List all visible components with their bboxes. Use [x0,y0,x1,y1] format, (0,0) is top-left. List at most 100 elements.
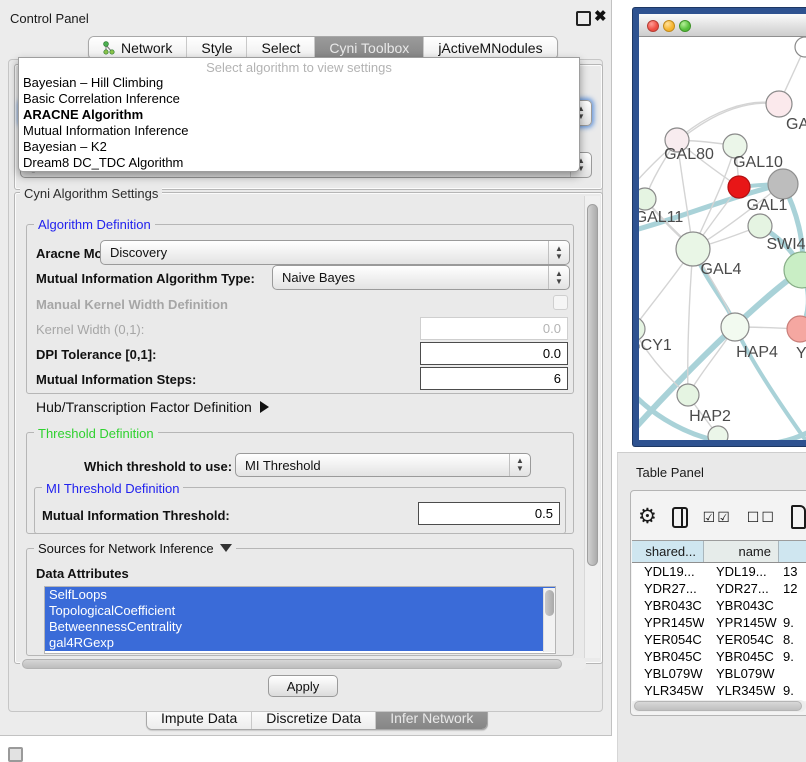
network-icon [103,41,116,55]
table-cell: YBL079W [704,665,779,682]
algorithm-option[interactable]: Basic Correlation Inference [19,91,579,107]
network-node-labels: GALGAL80GAL10GAL1GAL11GAL4SWI4GCY1HAP4YH… [639,116,806,425]
new-table-icon[interactable] [791,505,806,529]
table-row[interactable]: YDR27...YDR27...12 [632,580,806,597]
network-node[interactable] [728,176,750,198]
which-threshold-combobox[interactable]: MI Threshold ▲▼ [235,453,531,477]
algorithm-option[interactable]: Bayesian – Hill Climbing [19,75,579,91]
tab-network[interactable]: Network [89,37,187,59]
table-row[interactable]: YDL19...YDL19...13 [632,563,806,580]
table-cell: YLR345W [704,682,779,699]
attribute-list-item-selected[interactable]: SelfLoops [45,587,555,603]
column-header[interactable]: shared... [632,541,704,562]
control-panel-window: Control Panel ✖ NetworkStyleSelectCyni T… [0,0,612,736]
table-cell: 9. [779,648,806,665]
network-node-y[interactable] [787,316,806,342]
algorithm-option[interactable]: Dream8 DC_TDC Algorithm [19,155,579,171]
data-attributes-list[interactable]: SelfLoopsTopologicalCoefficientBetweenne… [44,586,556,654]
minimize-traffic-light-icon[interactable] [663,20,675,32]
gear-icon[interactable]: ⚙ [638,507,657,527]
table-cell: YDR27... [632,580,704,597]
table-cell: YBR043C [632,597,704,614]
tab-style[interactable]: Style [187,37,247,59]
dpi-tolerance-field[interactable]: 0.0 [420,342,568,365]
network-node[interactable] [768,169,798,199]
table-row[interactable]: YPR145WYPR145W9. [632,614,806,631]
network-graph: GALGAL80GAL10GAL1GAL11GAL4SWI4GCY1HAP4YH… [639,37,806,440]
columns-icon[interactable] [672,507,688,528]
table-panel-title: Table Panel [636,465,704,480]
table-cell [779,665,806,682]
attribute-list-item-selected[interactable]: BetweennessCentrality [45,619,555,635]
tab-jactivemnodules[interactable]: jActiveMNodules [424,37,556,59]
float-window-icon[interactable] [576,11,591,26]
collapsed-panel-icon[interactable] [8,747,23,762]
expand-right-icon [260,401,269,413]
mi-algorithm-type-label: Mutual Information Algorithm Type: [36,271,255,286]
network-node[interactable] [708,426,728,440]
select-all-checkboxes-icon[interactable]: ☑☑ [703,509,732,526]
mi-threshold-definition-title: MI Threshold Definition [42,481,183,496]
tab-label: Infer Network [390,710,473,726]
network-node-hap2[interactable] [677,384,699,406]
algorithm-dropdown-popup: Select algorithm to view settings Bayesi… [18,57,580,172]
algorithm-option[interactable]: Bayesian – K2 [19,139,579,155]
column-header[interactable]: name [704,541,779,562]
hub-definition-expander[interactable]: Hub/Transcription Factor Definition [36,399,269,415]
node-label: GAL [786,116,806,133]
network-node-gal[interactable] [766,91,792,117]
settings-group-title: Cyni Algorithm Settings [20,186,162,201]
table-cell: YDL19... [632,563,704,580]
attribute-list-scrollbar[interactable] [543,588,555,652]
network-node-hap4[interactable] [721,313,749,341]
table-cell: YBR045C [704,648,779,665]
apply-button[interactable]: Apply [268,675,338,697]
table-row[interactable]: YBR043CYBR043C [632,597,806,614]
control-panel-title: Control Panel [10,11,89,26]
tab-select[interactable]: Select [247,37,315,59]
algorithm-definition-title: Algorithm Definition [34,217,155,232]
network-view-window: GALGAL80GAL10GAL1GAL11GAL4SWI4GCY1HAP4YH… [633,8,806,446]
column-header[interactable]: A [779,541,806,562]
deselect-all-checkboxes-icon[interactable]: ☐☐ [747,509,776,526]
table-cell: YPR145W [632,614,704,631]
mi-threshold-field[interactable]: 0.5 [418,502,560,525]
network-node[interactable] [795,37,806,57]
mi-steps-field[interactable]: 6 [420,367,568,390]
network-canvas[interactable]: GALGAL80GAL10GAL1GAL11GAL4SWI4GCY1HAP4YH… [639,37,806,440]
network-window-titlebar[interactable] [639,14,806,37]
kernel-width-field[interactable]: 0.0 [420,317,568,340]
sources-group-title[interactable]: Sources for Network Inference [34,541,236,556]
algorithm-option[interactable]: ARACNE Algorithm [19,107,579,123]
algorithm-option[interactable]: Mutual Information Inference [19,123,579,139]
network-node-gal1[interactable] [748,214,772,238]
zoom-traffic-light-icon[interactable] [679,20,691,32]
network-node-gal11[interactable] [639,188,656,210]
table-cell: YBL079W [632,665,704,682]
manual-kernel-width-label: Manual Kernel Width Definition [36,297,228,312]
table-horizontal-scrollbar[interactable] [632,700,806,712]
tab-label: Impute Data [161,710,237,726]
manual-kernel-width-checkbox[interactable] [553,295,568,310]
table-cell: 12 [779,580,806,597]
mi-algorithm-type-combobox[interactable]: Naive Bayes ▲▼ [272,265,570,290]
aracne-mode-combobox[interactable]: Discovery ▲▼ [100,240,570,265]
collapse-down-icon [220,544,232,552]
table-row[interactable]: YLR345WYLR345W9. [632,682,806,699]
node-label: GAL4 [701,261,742,278]
close-traffic-light-icon[interactable] [647,20,659,32]
table-cell [779,597,806,614]
close-icon[interactable]: ✖ [594,7,607,25]
node-label: GAL80 [664,146,714,163]
tab-cyni-toolbox[interactable]: Cyni Toolbox [315,37,424,59]
attribute-list-item-selected[interactable]: gal4RGexp [45,635,555,651]
table-row[interactable]: YBL079WYBL079W [632,665,806,682]
attribute-list-item-selected[interactable]: TopologicalCoefficient [45,603,555,619]
threshold-definition-title: Threshold Definition [34,426,158,441]
table-row[interactable]: YBR045CYBR045C9. [632,648,806,665]
mi-steps-label: Mutual Information Steps: [36,372,196,387]
settings-horizontal-scrollbar[interactable] [20,658,586,670]
node-label: HAP4 [736,344,778,361]
table-row[interactable]: YER054CYER054C8. [632,631,806,648]
settings-vertical-scrollbar[interactable] [584,196,600,658]
